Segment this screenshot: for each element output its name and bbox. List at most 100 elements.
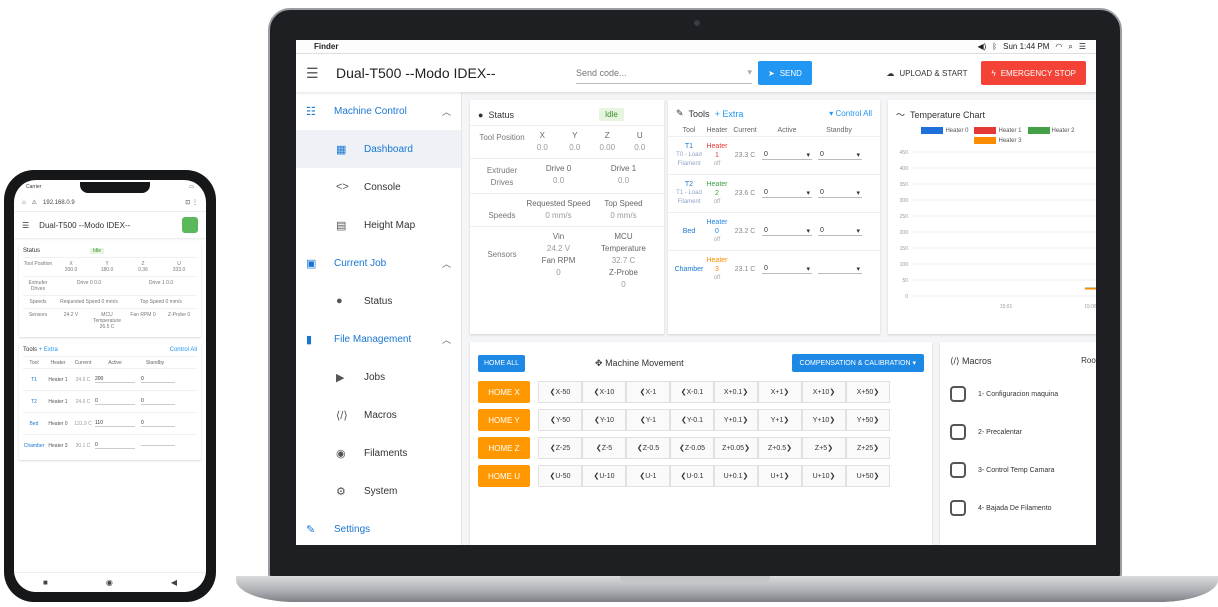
menu-clock[interactable]: Sun 1:44 PM bbox=[1003, 42, 1049, 51]
standby-temp-select[interactable]: 0 bbox=[141, 376, 175, 383]
jog-button[interactable]: X+10 ❯ bbox=[802, 381, 846, 403]
home-axis-button[interactable]: HOME U bbox=[478, 465, 530, 487]
home-icon[interactable]: ⌂ bbox=[22, 200, 26, 206]
jog-button[interactable]: ❮ Y-1 bbox=[626, 409, 670, 431]
active-temp-select[interactable]: 0 ▾ bbox=[762, 151, 812, 160]
jog-button[interactable]: ❮ Z-0.05 bbox=[670, 437, 714, 459]
jog-button[interactable]: Z+0.5 ❯ bbox=[758, 437, 802, 459]
jog-button[interactable]: U+0.1 ❯ bbox=[714, 465, 758, 487]
standby-temp-select[interactable]: 0 bbox=[141, 420, 175, 427]
heater-cell[interactable]: Heater 2 off bbox=[704, 180, 730, 207]
jog-button[interactable]: Y+1 ❯ bbox=[758, 409, 802, 431]
heater-cell[interactable]: Heater 1 off bbox=[704, 142, 730, 169]
standby-temp-select[interactable]: ▾ bbox=[818, 265, 862, 274]
tool-name[interactable]: Bed bbox=[674, 227, 704, 236]
home-axis-button[interactable]: HOME Y bbox=[478, 409, 530, 431]
sidebar-item-height-map[interactable]: ▤ Height Map bbox=[296, 206, 461, 244]
active-temp-select[interactable]: 0 ▾ bbox=[762, 227, 812, 236]
sidebar-group-machine-control[interactable]: ☷ Machine Control ︿ bbox=[296, 92, 461, 130]
jog-button[interactable]: U+50 ❯ bbox=[846, 465, 890, 487]
tool-name[interactable]: Bed bbox=[23, 421, 45, 427]
jog-button[interactable]: ❮ X-0.1 bbox=[670, 381, 714, 403]
standby-temp-select[interactable]: 0 ▾ bbox=[818, 189, 862, 198]
emergency-stop-button[interactable]: ϟ EMERGENCY STOP bbox=[981, 61, 1086, 85]
tool-name[interactable]: Chamber bbox=[674, 265, 704, 274]
sidebar-item-jobs[interactable]: ▶ Jobs bbox=[296, 358, 461, 396]
heater-cell[interactable]: Heater 3 bbox=[45, 443, 71, 449]
jog-button[interactable]: Z+0.05 ❯ bbox=[714, 437, 758, 459]
sidebar-item-console[interactable]: <> Console bbox=[296, 168, 461, 206]
stop-icon[interactable]: ■ bbox=[43, 578, 48, 587]
send-button[interactable]: ➤ SEND bbox=[758, 61, 812, 85]
tool-name[interactable]: Chamber bbox=[23, 443, 45, 449]
legend-item[interactable]: Heater 2 bbox=[1027, 127, 1075, 134]
wifi-icon[interactable]: ◠ bbox=[1055, 42, 1062, 51]
gcode-input[interactable] bbox=[576, 67, 726, 78]
sidebar-group-file-management[interactable]: ▮ File Management ︿ bbox=[296, 320, 461, 358]
sidebar-group-settings[interactable]: ✎ Settings bbox=[296, 510, 461, 545]
upload-start-button[interactable]: ☁ UPLOAD & START bbox=[878, 61, 976, 85]
jog-button[interactable]: Y+50 ❯ bbox=[846, 409, 890, 431]
active-temp-select[interactable]: 0 bbox=[95, 442, 135, 449]
standby-temp-select[interactable] bbox=[141, 445, 175, 446]
jog-button[interactable]: ❮ U-10 bbox=[582, 465, 626, 487]
jog-button[interactable]: ❮ Y-0.1 bbox=[670, 409, 714, 431]
jog-button[interactable]: ❮ U-50 bbox=[538, 465, 582, 487]
jog-button[interactable]: ❮ Z-5 bbox=[582, 437, 626, 459]
jog-button[interactable]: X+50 ❯ bbox=[846, 381, 890, 403]
phone-extra-tab[interactable]: + Extra bbox=[39, 347, 58, 353]
jog-button[interactable]: ❮ U-0.1 bbox=[670, 465, 714, 487]
tool-load-filament-link[interactable]: T0 - Load bbox=[674, 151, 704, 160]
menu-icon[interactable]: ☰ bbox=[306, 65, 328, 82]
tool-name[interactable]: T2 T1 - Load Filament bbox=[674, 180, 704, 207]
jog-button[interactable]: ❮ Z-25 bbox=[538, 437, 582, 459]
jog-button[interactable]: Z+5 ❯ bbox=[802, 437, 846, 459]
home-circle-icon[interactable]: ◉ bbox=[106, 578, 113, 587]
sidebar-group-current-job[interactable]: ▣ Current Job ︿ bbox=[296, 244, 461, 282]
sidebar-item-filaments[interactable]: ◉ Filaments bbox=[296, 434, 461, 472]
jog-button[interactable]: ❮ X-10 bbox=[582, 381, 626, 403]
volume-icon[interactable]: ◀) bbox=[977, 42, 986, 51]
bluetooth-icon[interactable]: ᛒ bbox=[992, 42, 997, 51]
heater-cell[interactable]: Heater 0 bbox=[45, 421, 71, 427]
heater-cell[interactable]: Heater 0 off bbox=[704, 218, 730, 245]
jog-button[interactable]: Y+0.1 ❯ bbox=[714, 409, 758, 431]
sidebar-item-macros[interactable]: ⟨/⟩ Macros bbox=[296, 396, 461, 434]
active-temp-select[interactable]: 0 ▾ bbox=[762, 189, 812, 198]
macro-item[interactable]: 1- Configuracion maquina bbox=[940, 375, 1096, 413]
compensation-calibration-button[interactable]: COMPENSATION & CALIBRATION ▾ bbox=[791, 354, 924, 372]
jog-button[interactable]: ❮ Y-50 bbox=[538, 409, 582, 431]
jog-button[interactable]: X+0.1 ❯ bbox=[714, 381, 758, 403]
jog-button[interactable]: ❮ Y-10 bbox=[582, 409, 626, 431]
jog-button[interactable]: ❮ U-1 bbox=[626, 465, 670, 487]
home-all-button[interactable]: HOME ALL bbox=[478, 354, 526, 372]
legend-item[interactable]: Heater 0 bbox=[921, 127, 968, 134]
heater-cell[interactable]: Heater 1 bbox=[45, 377, 71, 383]
active-temp-select[interactable]: 200 bbox=[95, 376, 135, 383]
jog-button[interactable]: X+1 ❯ bbox=[758, 381, 802, 403]
jog-button[interactable]: ❮ X-50 bbox=[538, 381, 582, 403]
tool-name[interactable]: T1 T0 - Load Filament bbox=[674, 142, 704, 169]
heater-cell[interactable]: Heater 3 off bbox=[704, 256, 730, 283]
tool-filament-link[interactable]: Filament bbox=[674, 160, 704, 169]
tool-load-filament-link[interactable]: T1 - Load bbox=[674, 189, 704, 198]
tool-name[interactable]: T2 bbox=[23, 399, 45, 405]
standby-temp-select[interactable]: 0 bbox=[141, 398, 175, 405]
tabs-icon[interactable]: ⊡ ⋮ bbox=[185, 199, 198, 206]
control-center-icon[interactable]: ☰ bbox=[1079, 42, 1086, 51]
jog-button[interactable]: ❮ Z-0.5 bbox=[626, 437, 670, 459]
active-temp-select[interactable]: 0 ▾ bbox=[762, 265, 812, 274]
tool-name[interactable]: T1 bbox=[23, 377, 45, 383]
menu-app-name[interactable]: Finder bbox=[314, 42, 338, 51]
active-temp-select[interactable]: 110 bbox=[95, 420, 135, 427]
macros-root-breadcrumb[interactable]: Root bbox=[1081, 356, 1096, 367]
phone-url[interactable]: 192.168.0.9 bbox=[43, 200, 75, 206]
extra-tab[interactable]: + Extra bbox=[715, 109, 744, 119]
standby-temp-select[interactable]: 0 ▾ bbox=[818, 227, 862, 236]
jog-button[interactable]: Y+10 ❯ bbox=[802, 409, 846, 431]
home-axis-button[interactable]: HOME Z bbox=[478, 437, 530, 459]
heater-cell[interactable]: Heater 1 bbox=[45, 399, 71, 405]
tool-filament-link[interactable]: Filament bbox=[674, 198, 704, 207]
home-axis-button[interactable]: HOME X bbox=[478, 381, 530, 403]
standby-temp-select[interactable]: 0 ▾ bbox=[818, 151, 862, 160]
